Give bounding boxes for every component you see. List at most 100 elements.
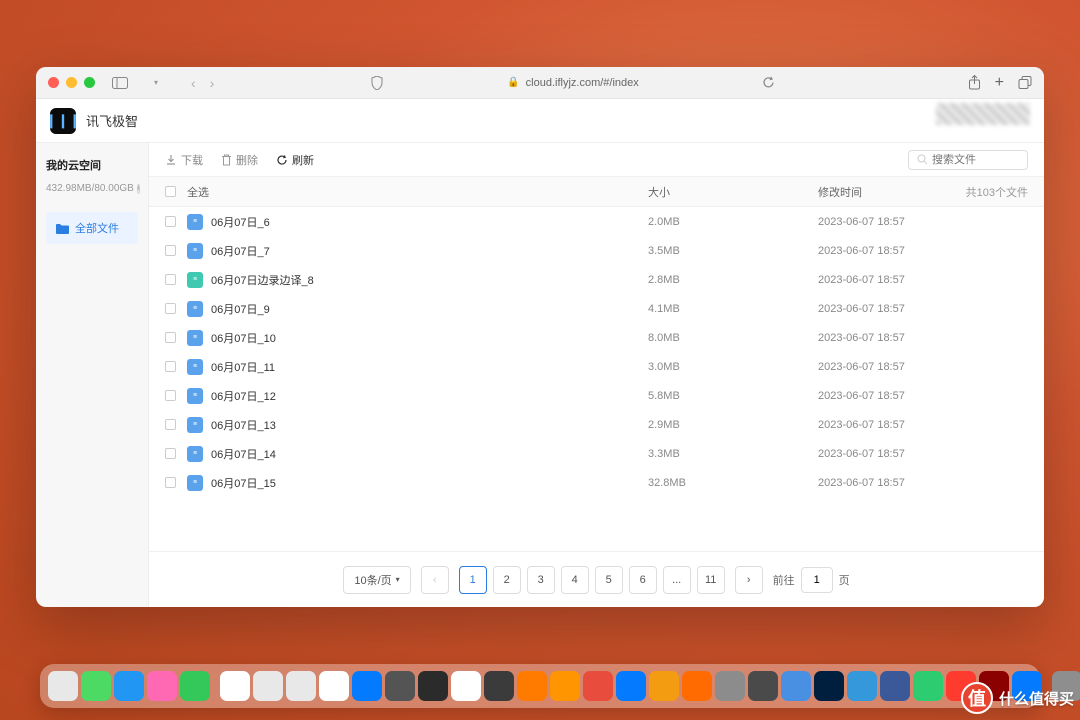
- new-tab-icon[interactable]: +: [995, 74, 1004, 92]
- file-name[interactable]: 06月07日_7: [211, 243, 648, 259]
- dock-app-icon[interactable]: [220, 671, 250, 701]
- file-size: 3.5MB: [648, 245, 818, 257]
- maximize-icon[interactable]: [84, 77, 95, 88]
- row-checkbox[interactable]: [165, 216, 176, 227]
- row-checkbox[interactable]: [165, 245, 176, 256]
- dock-app-icon[interactable]: [147, 671, 177, 701]
- search-field[interactable]: [932, 154, 1012, 166]
- row-checkbox[interactable]: [165, 332, 176, 343]
- tabs-icon[interactable]: [1018, 76, 1032, 90]
- file-size: 4.1MB: [648, 303, 818, 315]
- dock-app-icon[interactable]: [286, 671, 316, 701]
- next-page-button[interactable]: ›: [735, 566, 763, 594]
- traffic-lights[interactable]: [48, 77, 95, 88]
- dock-app-icon[interactable]: [748, 671, 778, 701]
- dock-app-icon[interactable]: [814, 671, 844, 701]
- file-name[interactable]: 06月07日_13: [211, 417, 648, 433]
- dock-app-icon[interactable]: [913, 671, 943, 701]
- file-name[interactable]: 06月07日_15: [211, 475, 648, 491]
- page-jump-input[interactable]: [801, 567, 833, 593]
- sidebar-toggle-icon[interactable]: [109, 72, 131, 94]
- file-name[interactable]: 06月07日_12: [211, 388, 648, 404]
- table-row[interactable]: ≡ 06月07日_10 8.0MB 2023-06-07 18:57: [149, 323, 1044, 352]
- page-button[interactable]: 4: [561, 566, 589, 594]
- dock-app-icon[interactable]: [385, 671, 415, 701]
- reload-icon[interactable]: [758, 72, 780, 94]
- dock-app-icon[interactable]: [550, 671, 580, 701]
- page-button[interactable]: 6: [629, 566, 657, 594]
- dock-app-icon[interactable]: [180, 671, 210, 701]
- table-row[interactable]: ≡ 06月07日边录边译_8 2.8MB 2023-06-07 18:57: [149, 265, 1044, 294]
- dock-app-icon[interactable]: [253, 671, 283, 701]
- back-icon[interactable]: ‹: [187, 75, 200, 91]
- table-row[interactable]: ≡ 06月07日_6 2.0MB 2023-06-07 18:57: [149, 207, 1044, 236]
- dock-app-icon[interactable]: [451, 671, 481, 701]
- dock-app-icon[interactable]: [880, 671, 910, 701]
- file-name[interactable]: 06月07日_9: [211, 301, 648, 317]
- row-checkbox[interactable]: [165, 274, 176, 285]
- refresh-button[interactable]: 刷新: [276, 152, 314, 168]
- file-name[interactable]: 06月07日_11: [211, 359, 648, 375]
- page-button[interactable]: 3: [527, 566, 555, 594]
- col-size-header[interactable]: 大小: [648, 184, 818, 200]
- dock[interactable]: [40, 664, 1040, 708]
- delete-button[interactable]: 删除: [221, 152, 258, 168]
- table-row[interactable]: ≡ 06月07日_13 2.9MB 2023-06-07 18:57: [149, 410, 1044, 439]
- table-row[interactable]: ≡ 06月07日_12 5.8MB 2023-06-07 18:57: [149, 381, 1044, 410]
- forward-icon[interactable]: ›: [206, 75, 219, 91]
- page-button[interactable]: 11: [697, 566, 725, 594]
- col-time-header[interactable]: 修改时间: [818, 184, 948, 200]
- row-checkbox[interactable]: [165, 419, 176, 430]
- row-checkbox[interactable]: [165, 361, 176, 372]
- table-row[interactable]: ≡ 06月07日_7 3.5MB 2023-06-07 18:57: [149, 236, 1044, 265]
- dock-app-icon[interactable]: [48, 671, 78, 701]
- dock-app-icon[interactable]: [114, 671, 144, 701]
- page-button[interactable]: ...: [663, 566, 691, 594]
- dock-app-icon[interactable]: [517, 671, 547, 701]
- page-button[interactable]: 1: [459, 566, 487, 594]
- close-icon[interactable]: [48, 77, 59, 88]
- dock-app-icon[interactable]: [781, 671, 811, 701]
- row-checkbox[interactable]: [165, 477, 176, 488]
- page-size-select[interactable]: 10条/页 ▾: [343, 566, 410, 594]
- dock-app-icon[interactable]: [649, 671, 679, 701]
- select-all-checkbox[interactable]: [165, 186, 176, 197]
- dock-app-icon[interactable]: [715, 671, 745, 701]
- dock-app-icon[interactable]: [418, 671, 448, 701]
- address-bar[interactable]: 🔒 cloud.iflyjz.com/#/index: [402, 77, 743, 89]
- user-avatar-blurred[interactable]: [936, 103, 1030, 125]
- sidebar-item-all-files[interactable]: 全部文件: [46, 212, 138, 244]
- table-row[interactable]: ≡ 06月07日_14 3.3MB 2023-06-07 18:57: [149, 439, 1044, 468]
- folder-icon: [56, 223, 69, 234]
- dock-app-icon[interactable]: [484, 671, 514, 701]
- download-button[interactable]: 下载: [165, 152, 203, 168]
- dock-app-icon[interactable]: [81, 671, 111, 701]
- row-checkbox[interactable]: [165, 303, 176, 314]
- file-time: 2023-06-07 18:57: [818, 448, 1028, 460]
- share-icon[interactable]: [968, 75, 981, 90]
- search-input[interactable]: [908, 150, 1028, 170]
- file-name[interactable]: 06月07日_14: [211, 446, 648, 462]
- prev-page-button[interactable]: ‹: [421, 566, 449, 594]
- row-checkbox[interactable]: [165, 390, 176, 401]
- dock-app-icon[interactable]: [616, 671, 646, 701]
- shield-icon[interactable]: [366, 72, 388, 94]
- file-name[interactable]: 06月07日_6: [211, 214, 648, 230]
- chevron-down-icon[interactable]: ▾: [145, 72, 167, 94]
- file-name[interactable]: 06月07日_10: [211, 330, 648, 346]
- row-checkbox[interactable]: [165, 448, 176, 459]
- info-icon[interactable]: i: [137, 184, 141, 194]
- table-row[interactable]: ≡ 06月07日_15 32.8MB 2023-06-07 18:57: [149, 468, 1044, 497]
- dock-app-icon[interactable]: [583, 671, 613, 701]
- dock-app-icon[interactable]: [682, 671, 712, 701]
- dock-app-icon[interactable]: [847, 671, 877, 701]
- dock-app-icon[interactable]: [352, 671, 382, 701]
- table-row[interactable]: ≡ 06月07日_11 3.0MB 2023-06-07 18:57: [149, 352, 1044, 381]
- dock-app-icon[interactable]: [319, 671, 349, 701]
- page-button[interactable]: 5: [595, 566, 623, 594]
- minimize-icon[interactable]: [66, 77, 77, 88]
- file-name[interactable]: 06月07日边录边译_8: [211, 272, 648, 288]
- table-row[interactable]: ≡ 06月07日_9 4.1MB 2023-06-07 18:57: [149, 294, 1044, 323]
- col-name-header[interactable]: 全选: [187, 184, 648, 200]
- page-button[interactable]: 2: [493, 566, 521, 594]
